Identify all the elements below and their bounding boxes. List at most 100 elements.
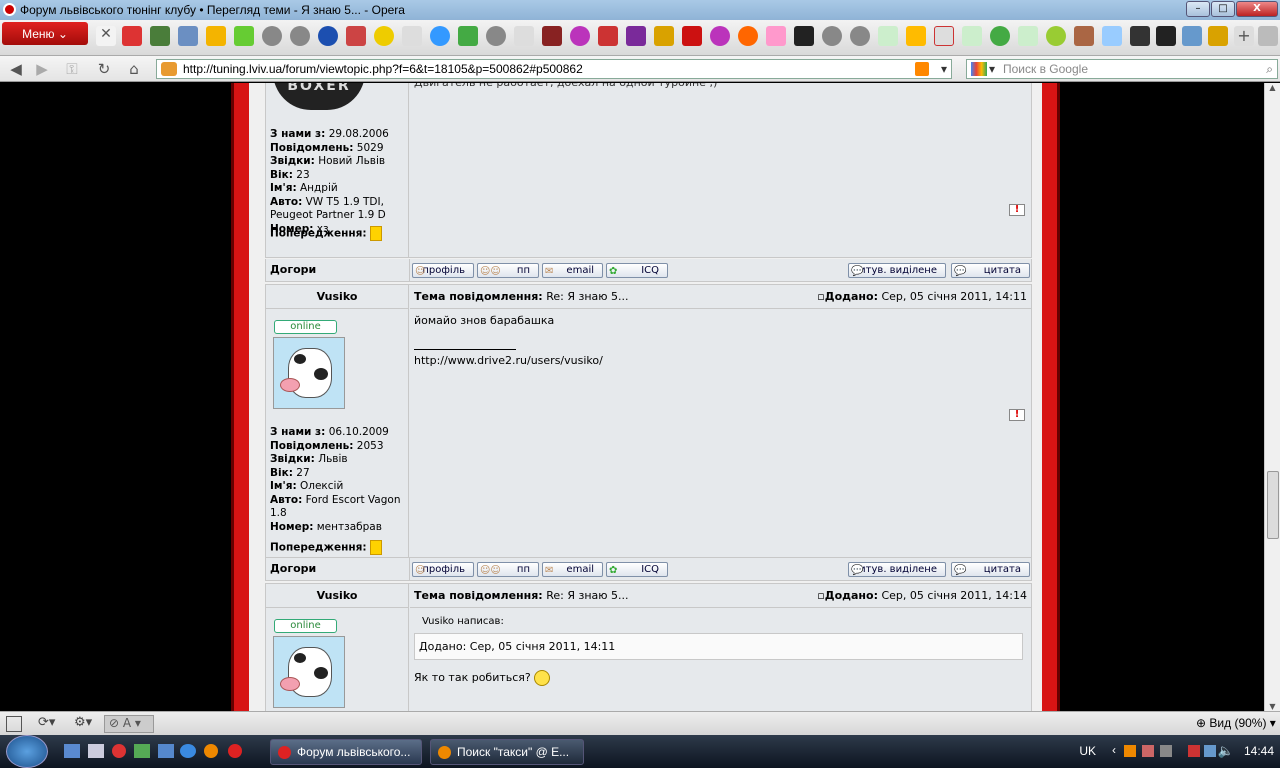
- bookmark-pencil-icon[interactable]: [1208, 26, 1228, 46]
- reload-icon[interactable]: ↻: [94, 60, 114, 78]
- add-bookmark-icon[interactable]: +: [1234, 26, 1254, 46]
- media-player-icon[interactable]: [134, 744, 150, 758]
- bookmark-dots-icon[interactable]: [402, 26, 422, 46]
- bookmark-circle-icon[interactable]: [850, 26, 870, 46]
- bookmark-circle-icon[interactable]: [486, 26, 506, 46]
- post-author[interactable]: Vusiko: [266, 584, 408, 608]
- volume-icon[interactable]: 🔈: [1218, 743, 1234, 759]
- key-icon[interactable]: ⚿: [62, 60, 82, 78]
- bookmark-cup-icon[interactable]: [1102, 26, 1122, 46]
- bookmark-d-icon[interactable]: [122, 26, 142, 46]
- bookmark-dc-icon[interactable]: [542, 26, 562, 46]
- taskbar-opera-window[interactable]: Форум львівського...: [270, 739, 422, 765]
- bookmark-k-icon[interactable]: [934, 26, 954, 46]
- home-icon[interactable]: ⌂: [124, 60, 144, 78]
- minimize-button[interactable]: –: [1186, 1, 1210, 17]
- trash-icon[interactable]: [1258, 26, 1278, 46]
- chevron-down-icon[interactable]: ▾: [941, 60, 947, 78]
- opera-quicklaunch-icon[interactable]: [112, 744, 126, 758]
- panel-toggle-icon[interactable]: [6, 716, 22, 732]
- scroll-up-icon[interactable]: ▲: [1265, 83, 1280, 92]
- clock[interactable]: 14:44: [1244, 744, 1274, 758]
- quote-button[interactable]: 💬 цитата: [951, 263, 1030, 278]
- report-button[interactable]: !: [1009, 204, 1025, 216]
- bookmark-tree-icon[interactable]: [234, 26, 254, 46]
- url-field[interactable]: http://tuning.lviv.ua/forum/viewtopic.ph…: [156, 59, 952, 79]
- bookmark-smiley-icon[interactable]: [374, 26, 394, 46]
- bookmark-doc-icon[interactable]: [878, 26, 898, 46]
- pm-button[interactable]: ☺☺ пп: [477, 562, 539, 577]
- back-icon[interactable]: ◀: [6, 60, 26, 78]
- taskbar-firefox-window[interactable]: Поиск "такси" @ Е...: [430, 739, 584, 765]
- scroll-down-icon[interactable]: ▼: [1265, 702, 1280, 711]
- profile-button[interactable]: ☺ профіль: [412, 263, 474, 278]
- opera-menu-button[interactable]: Меню ⌄: [2, 22, 88, 45]
- language-indicator[interactable]: UK: [1079, 744, 1096, 758]
- tray-app-icon[interactable]: [1188, 745, 1200, 757]
- firefox-icon[interactable]: [204, 744, 218, 758]
- email-button[interactable]: ✉ email: [542, 562, 603, 577]
- bookmark-star-icon[interactable]: [794, 26, 814, 46]
- signature-link[interactable]: http://www.drive2.ru/users/vusiko/: [414, 354, 1027, 368]
- search-input[interactable]: ▾ Поиск в Google ⌕: [966, 59, 1278, 79]
- bookmark-google-icon[interactable]: [458, 26, 478, 46]
- bookmark-green-icon[interactable]: [990, 26, 1010, 46]
- bookmark-person-icon[interactable]: [1074, 26, 1094, 46]
- top-link[interactable]: Догори: [270, 562, 316, 575]
- quote-button[interactable]: 💬 цитата: [951, 562, 1030, 577]
- turbo-icon[interactable]: ⊘ A ▾: [104, 715, 154, 733]
- bookmark-font-icon[interactable]: [514, 26, 534, 46]
- bookmark-onet-icon[interactable]: [206, 26, 226, 46]
- computer-icon[interactable]: [158, 744, 174, 758]
- bookmark-berry-icon[interactable]: [598, 26, 618, 46]
- post-link-icon[interactable]: ▫: [817, 290, 824, 303]
- icq-button[interactable]: ✿ ICQ: [606, 263, 668, 278]
- start-button[interactable]: [6, 735, 48, 768]
- tray-app-icon[interactable]: [1142, 745, 1154, 757]
- pm-button[interactable]: ☺☺ пп: [477, 263, 539, 278]
- profile-button[interactable]: ☺ профіль: [412, 562, 474, 577]
- bookmark-circle-icon[interactable]: [822, 26, 842, 46]
- rss-icon[interactable]: [915, 62, 929, 76]
- report-button[interactable]: !: [1009, 409, 1025, 421]
- scroll-thumb[interactable]: [1267, 471, 1279, 539]
- tray-app-icon[interactable]: [1160, 745, 1172, 757]
- quote-selected-button[interactable]: 💬 цитув. виділене: [848, 263, 946, 278]
- ie-icon[interactable]: [180, 744, 196, 758]
- bookmark-doc-icon[interactable]: [1018, 26, 1038, 46]
- bookmark-r-icon[interactable]: [682, 26, 702, 46]
- bookmark-drop-icon[interactable]: [430, 26, 450, 46]
- zoom-control[interactable]: ⊕ Вид (90%) ▾: [1196, 716, 1276, 730]
- bookmark-p-icon[interactable]: [906, 26, 926, 46]
- bookmark-pencil-icon[interactable]: [654, 26, 674, 46]
- bookmark-target-icon[interactable]: [318, 26, 338, 46]
- bookmark-search-icon[interactable]: [738, 26, 758, 46]
- bookmark-dot-icon[interactable]: [710, 26, 730, 46]
- maximize-button[interactable]: □: [1211, 1, 1235, 17]
- word-icon[interactable]: [88, 744, 104, 758]
- show-desktop-icon[interactable]: [64, 744, 80, 758]
- quote-selected-button[interactable]: 💬 цитув. виділене: [848, 562, 946, 577]
- email-button[interactable]: ✉ email: [542, 263, 603, 278]
- chevron-down-icon[interactable]: ▾: [989, 60, 995, 78]
- sync-icon[interactable]: ⟳▾: [38, 715, 55, 730]
- search-icon[interactable]: ⌕: [1266, 60, 1273, 78]
- vertical-scrollbar[interactable]: ▲ ▼: [1264, 83, 1280, 711]
- icq-button[interactable]: ✿ ICQ: [606, 562, 668, 577]
- close-tab-icon[interactable]: ✕: [96, 26, 116, 46]
- top-link[interactable]: Догори: [270, 263, 316, 276]
- post-author[interactable]: Vusiko: [266, 285, 408, 309]
- bookmark-lemon-icon[interactable]: [1046, 26, 1066, 46]
- bookmark-face-icon[interactable]: [766, 26, 786, 46]
- forward-icon[interactable]: ▶: [32, 60, 52, 78]
- unite-icon[interactable]: ⚙▾: [74, 715, 92, 730]
- printer-icon[interactable]: [178, 26, 198, 46]
- post-link-icon[interactable]: ▫: [817, 589, 824, 602]
- bookmark-kino-icon[interactable]: [1130, 26, 1150, 46]
- bookmark-circle-icon[interactable]: [290, 26, 310, 46]
- bookmark-girl-icon[interactable]: [346, 26, 366, 46]
- tray-app-icon[interactable]: [1124, 745, 1136, 757]
- bookmark-frog-icon[interactable]: [150, 26, 170, 46]
- opera-icon[interactable]: [228, 744, 242, 758]
- bookmark-dot-icon[interactable]: [570, 26, 590, 46]
